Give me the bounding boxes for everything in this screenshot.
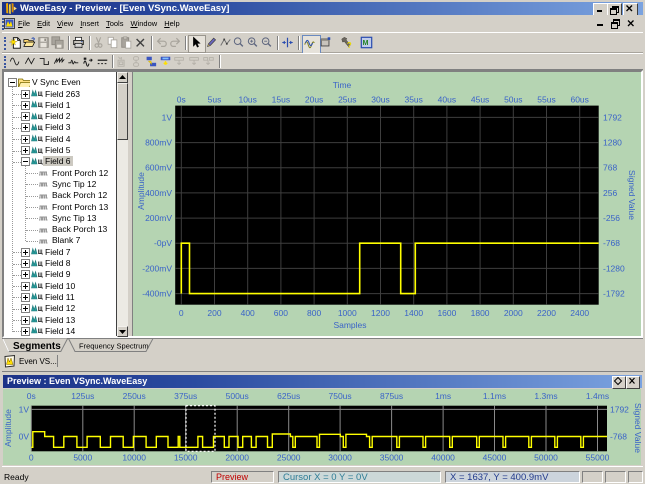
svg-text:400: 400 (241, 308, 255, 318)
svg-text:40000: 40000 (431, 453, 455, 463)
svg-text:Segments: Segments (13, 341, 61, 352)
svg-text:35000: 35000 (380, 453, 404, 463)
svg-text:Time: Time (333, 80, 352, 90)
svg-text:256: 256 (603, 188, 617, 198)
svg-text:Amplitude: Amplitude (136, 172, 146, 210)
svg-text:Amplitude: Amplitude (3, 409, 13, 447)
svg-text:0V: 0V (19, 432, 30, 442)
svg-text:800mV: 800mV (145, 138, 172, 148)
svg-text:25000: 25000 (277, 453, 301, 463)
svg-text:55us: 55us (537, 95, 555, 105)
svg-text:30us: 30us (371, 95, 389, 105)
svg-text:10us: 10us (238, 95, 256, 105)
svg-text:Signed Value: Signed Value (633, 403, 641, 453)
svg-text:45us: 45us (471, 95, 489, 105)
svg-text:1792: 1792 (610, 404, 629, 414)
svg-text:1400: 1400 (404, 308, 423, 318)
svg-text:55000: 55000 (586, 453, 610, 463)
svg-text:-1792: -1792 (603, 289, 625, 299)
svg-text:768: 768 (603, 163, 617, 173)
svg-text:1800: 1800 (471, 308, 490, 318)
svg-text:2000: 2000 (504, 308, 523, 318)
svg-text:5000: 5000 (73, 453, 92, 463)
svg-text:2200: 2200 (537, 308, 556, 318)
svg-text:20us: 20us (305, 95, 323, 105)
svg-text:600: 600 (274, 308, 288, 318)
svg-text:20000: 20000 (225, 453, 249, 463)
svg-text:375us: 375us (174, 391, 197, 401)
svg-text:25us: 25us (338, 95, 356, 105)
svg-text:60us: 60us (570, 95, 588, 105)
svg-text:Frequency Spectrum: Frequency Spectrum (79, 342, 149, 351)
svg-text:0: 0 (179, 308, 184, 318)
svg-text:1792: 1792 (603, 112, 622, 122)
svg-text:125us: 125us (71, 391, 94, 401)
svg-text:15000: 15000 (174, 453, 198, 463)
svg-text:35us: 35us (404, 95, 422, 105)
svg-text:625us: 625us (277, 391, 300, 401)
svg-text:10000: 10000 (122, 453, 146, 463)
svg-text:0s: 0s (177, 95, 186, 105)
svg-text:-1280: -1280 (603, 263, 625, 273)
svg-text:500us: 500us (226, 391, 249, 401)
svg-text:-400mV: -400mV (142, 289, 172, 299)
svg-text:1V: 1V (162, 112, 173, 122)
svg-text:50us: 50us (504, 95, 522, 105)
svg-text:2400: 2400 (570, 308, 589, 318)
svg-text:-256: -256 (603, 213, 620, 223)
svg-text:1000: 1000 (338, 308, 357, 318)
svg-text:1600: 1600 (437, 308, 456, 318)
svg-text:?: ? (347, 41, 352, 49)
svg-text:1280: 1280 (603, 138, 622, 148)
svg-text:1200: 1200 (371, 308, 390, 318)
svg-text:M: M (363, 40, 369, 47)
svg-text:200mV: 200mV (145, 213, 172, 223)
svg-text:1.1ms: 1.1ms (483, 391, 506, 401)
svg-text:1V: 1V (19, 404, 30, 414)
svg-text:Samples: Samples (333, 320, 366, 330)
svg-text:-768: -768 (610, 432, 627, 442)
svg-text:50000: 50000 (534, 453, 558, 463)
svg-text:1ms: 1ms (435, 391, 451, 401)
svg-text:15us: 15us (272, 95, 290, 105)
svg-text:400mV: 400mV (145, 188, 172, 198)
svg-text:5us: 5us (208, 95, 222, 105)
svg-text:-200mV: -200mV (142, 263, 172, 273)
svg-text:-768: -768 (603, 238, 620, 248)
svg-text:250us: 250us (123, 391, 146, 401)
svg-text:30000: 30000 (328, 453, 352, 463)
svg-text:800: 800 (307, 308, 321, 318)
svg-text:600mV: 600mV (145, 163, 172, 173)
svg-text:0s: 0s (27, 391, 36, 401)
svg-text:1.3ms: 1.3ms (534, 391, 557, 401)
svg-text:1.4ms: 1.4ms (586, 391, 609, 401)
svg-text:875us: 875us (380, 391, 403, 401)
svg-text:Signed Value: Signed Value (627, 170, 637, 220)
svg-text:-0pV: -0pV (154, 238, 172, 248)
svg-text:0: 0 (29, 453, 34, 463)
svg-text:40us: 40us (438, 95, 456, 105)
svg-text:750us: 750us (329, 391, 352, 401)
svg-text:45000: 45000 (483, 453, 507, 463)
svg-text:200: 200 (207, 308, 221, 318)
